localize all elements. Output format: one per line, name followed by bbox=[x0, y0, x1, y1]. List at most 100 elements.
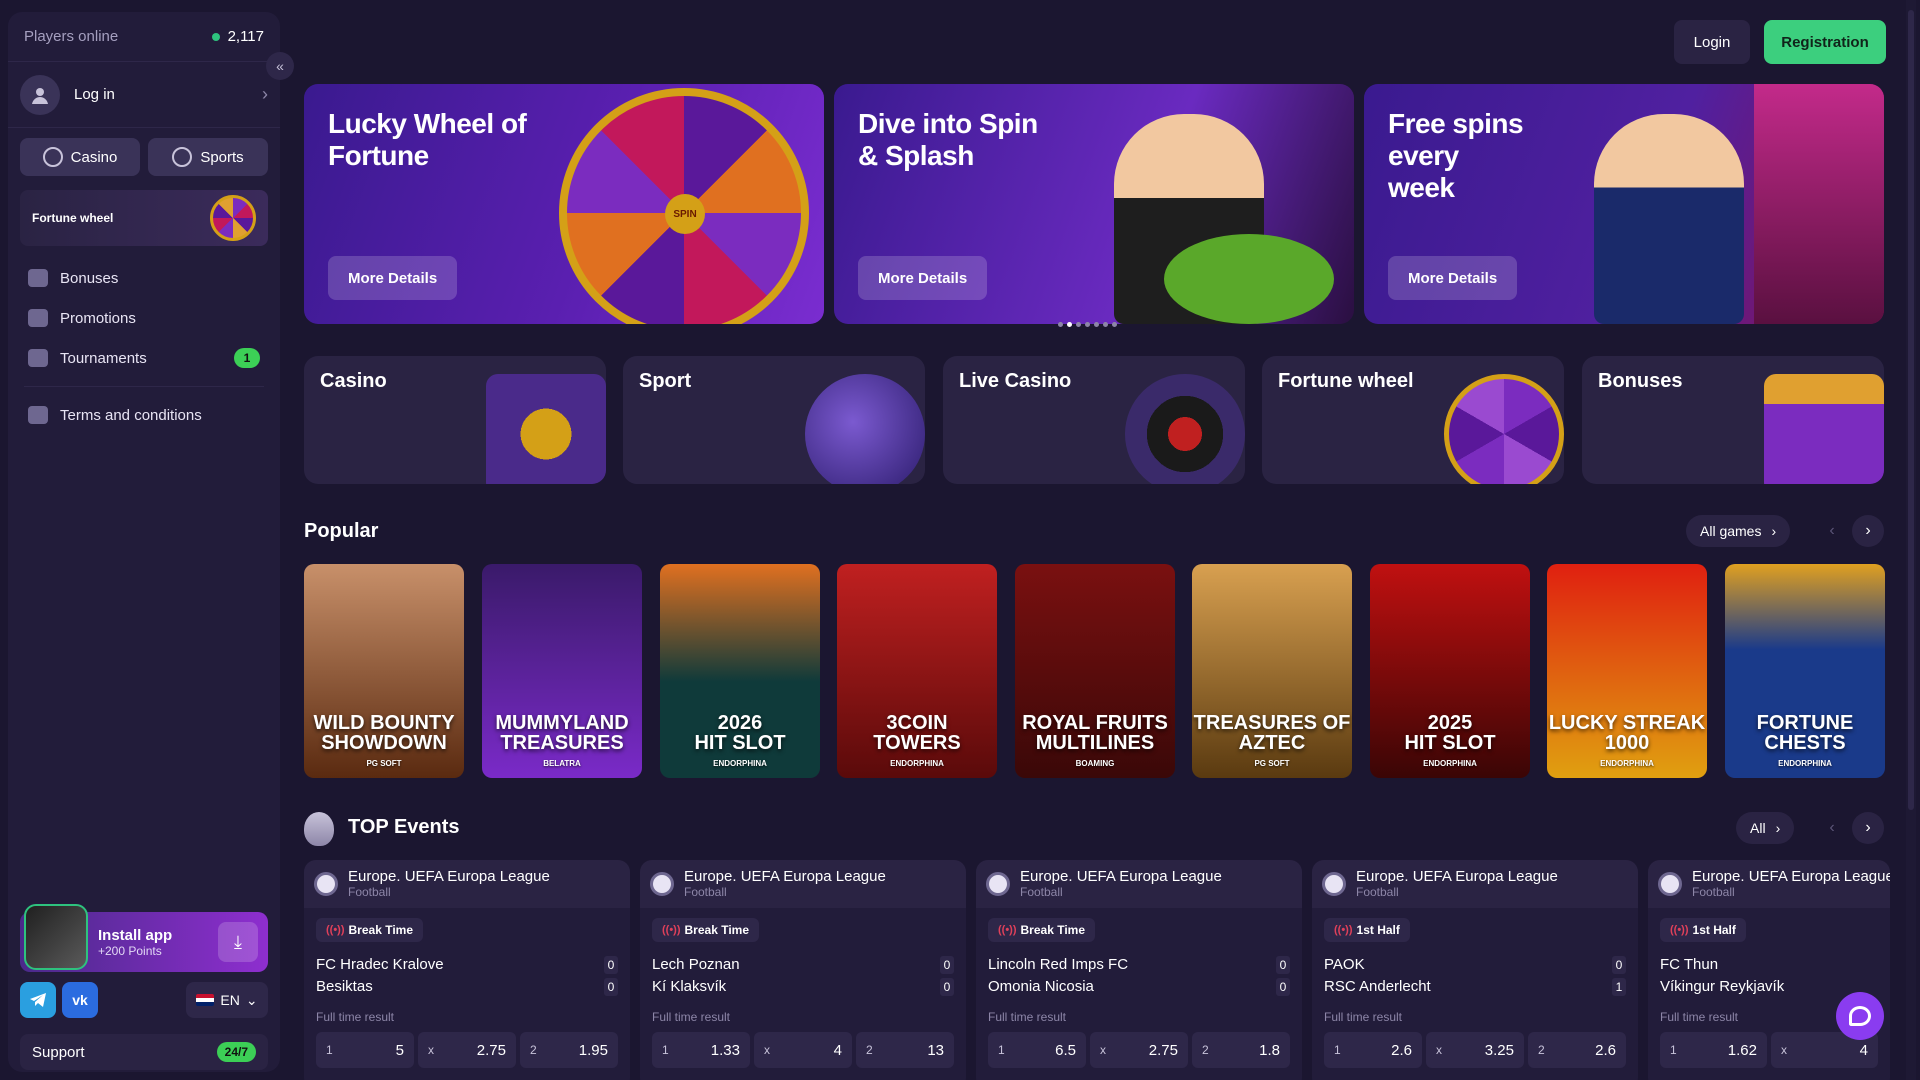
scrollbar-thumb[interactable] bbox=[1908, 10, 1914, 810]
team-score: 0 bbox=[940, 978, 954, 996]
sidebar-item-promotions[interactable]: Promotions bbox=[8, 298, 280, 338]
sidebar-item-tournaments[interactable]: Tournaments 1 bbox=[8, 338, 280, 378]
odd-button-1[interactable]: 15 bbox=[316, 1032, 414, 1068]
chip-icon bbox=[42, 147, 63, 167]
chat-icon[interactable] bbox=[1836, 992, 1884, 1040]
collapse-sidebar-icon[interactable]: « bbox=[266, 52, 294, 80]
social-links: vk bbox=[20, 982, 98, 1018]
telegram-icon[interactable] bbox=[20, 982, 56, 1018]
odd-button-x[interactable]: x 2.75 bbox=[418, 1032, 516, 1068]
toggle-casino[interactable]: Casino bbox=[20, 138, 140, 176]
vk-icon[interactable]: vk bbox=[62, 982, 98, 1018]
game-title: LUCKY STREAK 1000 bbox=[1548, 712, 1706, 754]
language-selector[interactable]: EN ⌄ bbox=[186, 982, 268, 1018]
live-icon: ((•)) bbox=[662, 924, 681, 936]
game-card[interactable]: LUCKY STREAK 1000 ENDORPHINA bbox=[1547, 564, 1707, 778]
popular-prev-arrow[interactable]: ‹ bbox=[1816, 515, 1848, 547]
more-details-button[interactable]: More Details bbox=[858, 256, 988, 300]
team-score: 0 bbox=[940, 956, 954, 974]
category-casino[interactable]: Casino bbox=[304, 356, 606, 484]
carousel-dot[interactable] bbox=[1085, 322, 1090, 327]
events-prev-arrow[interactable]: ‹ bbox=[1816, 812, 1848, 844]
category-live-casino[interactable]: Live Casino bbox=[943, 356, 1245, 484]
roulette-icon bbox=[1125, 374, 1245, 484]
event-card[interactable]: Europe. UEFA Europa League Football ((•))… bbox=[1648, 860, 1890, 1080]
odd-label: 1 bbox=[1334, 1043, 1341, 1057]
registration-button[interactable]: Registration bbox=[1764, 20, 1886, 64]
sidebar-item-terms[interactable]: Terms and conditions bbox=[8, 395, 280, 435]
odd-button-x[interactable]: x 2.75 bbox=[1090, 1032, 1188, 1068]
game-card[interactable]: 2025 HIT SLOT ENDORPHINA bbox=[1370, 564, 1530, 778]
carousel-dot[interactable] bbox=[1112, 322, 1117, 327]
game-title: WILD BOUNTY SHOWDOWN bbox=[313, 712, 455, 754]
category-fortune-wheel[interactable]: Fortune wheel bbox=[1262, 356, 1564, 484]
event-card[interactable]: Europe. UEFA Europa League Football ((•))… bbox=[304, 860, 630, 1080]
event-status-label: Break Time bbox=[1020, 923, 1085, 937]
game-card[interactable]: FORTUNE CHESTS ENDORPHINA bbox=[1725, 564, 1885, 778]
category-bonuses[interactable]: Bonuses bbox=[1582, 356, 1884, 484]
event-card[interactable]: Europe. UEFA Europa League Football ((•))… bbox=[976, 860, 1302, 1080]
sidebar-login[interactable]: Log in › bbox=[8, 62, 280, 128]
events-next-arrow[interactable]: › bbox=[1852, 812, 1884, 844]
banner-spin-splash[interactable]: Dive into Spin & Splash More Details bbox=[834, 84, 1354, 324]
page-scrollbar[interactable] bbox=[1906, 0, 1916, 1080]
game-provider: PG SOFT bbox=[366, 759, 402, 768]
carousel-dot[interactable] bbox=[1058, 322, 1063, 327]
game-title: ROYAL FRUITS MULTILINES bbox=[1022, 712, 1168, 754]
all-events-button[interactable]: All › bbox=[1736, 812, 1795, 844]
event-card[interactable]: Europe. UEFA Europa League Football ((•))… bbox=[1312, 860, 1638, 1080]
game-card[interactable]: ROYAL FRUITS MULTILINES BOAMING bbox=[1015, 564, 1175, 778]
odd-button-x[interactable]: x 3.25 bbox=[1426, 1032, 1524, 1068]
event-status: ((•)) Break Time bbox=[988, 918, 1095, 942]
install-app-title: Install app bbox=[98, 926, 173, 944]
fortune-wheel-card[interactable]: Fortune wheel bbox=[20, 190, 268, 246]
event-card[interactable]: Europe. UEFA Europa League Football ((•))… bbox=[640, 860, 966, 1080]
full-time-label: Full time result bbox=[1324, 1010, 1403, 1024]
category-label: Fortune wheel bbox=[1278, 370, 1414, 392]
odd-button-x[interactable]: x4 bbox=[754, 1032, 852, 1068]
live-icon: ((•)) bbox=[1670, 924, 1689, 936]
sidebar-item-label: Bonuses bbox=[60, 269, 119, 287]
sidebar-item-bonuses[interactable]: Bonuses bbox=[8, 258, 280, 298]
full-time-label: Full time result bbox=[988, 1010, 1067, 1024]
game-card[interactable]: 2026 HIT SLOT ENDORPHINA bbox=[660, 564, 820, 778]
odd-button-2[interactable]: 2 1.8 bbox=[1192, 1032, 1290, 1068]
odd-button-2[interactable]: 2 1.95 bbox=[520, 1032, 618, 1068]
slot-reels-icon bbox=[486, 374, 606, 484]
category-label: Live Casino bbox=[959, 370, 1072, 392]
support-button[interactable]: Support 24/7 bbox=[20, 1034, 268, 1070]
odd-button-2[interactable]: 2 13 bbox=[856, 1032, 954, 1068]
odd-button-2[interactable]: 2 2.6 bbox=[1528, 1032, 1626, 1068]
uefa-logo-icon bbox=[314, 872, 338, 896]
game-card[interactable]: 3COIN TOWERS ENDORPHINA bbox=[837, 564, 997, 778]
login-button[interactable]: Login bbox=[1674, 20, 1750, 64]
odd-button-1[interactable]: 1 2.6 bbox=[1324, 1032, 1422, 1068]
gift-icon bbox=[28, 269, 48, 287]
game-provider: ENDORPHINA bbox=[1423, 759, 1477, 768]
odd-button-1[interactable]: 1 6.5 bbox=[988, 1032, 1086, 1068]
carousel-dot[interactable] bbox=[1103, 322, 1108, 327]
install-app-banner[interactable]: Install app +200 Points ⤓ bbox=[20, 904, 268, 972]
carousel-dot[interactable] bbox=[1076, 322, 1081, 327]
banner-free-spins[interactable]: Free spins every week More Details bbox=[1364, 84, 1884, 324]
popular-next-arrow[interactable]: › bbox=[1852, 515, 1884, 547]
carousel-dot[interactable] bbox=[1067, 322, 1072, 327]
event-league: Europe. UEFA Europa League bbox=[1692, 868, 1890, 885]
language-label: EN bbox=[220, 992, 240, 1008]
more-details-button[interactable]: More Details bbox=[328, 256, 458, 300]
category-sport[interactable]: Sport bbox=[623, 356, 925, 484]
game-card[interactable]: MUMMYLAND TREASURES BELATRA bbox=[482, 564, 642, 778]
odd-button-1[interactable]: 1 1.33 bbox=[652, 1032, 750, 1068]
odd-button-1[interactable]: 1 1.62 bbox=[1660, 1032, 1767, 1068]
game-provider: BELATRA bbox=[543, 759, 581, 768]
banner-lucky-wheel[interactable]: SPIN Lucky Wheel of Fortune More Details bbox=[304, 84, 824, 324]
carousel-dot[interactable] bbox=[1094, 322, 1099, 327]
all-games-button[interactable]: All games › bbox=[1686, 515, 1791, 547]
more-details-button[interactable]: More Details bbox=[1388, 256, 1518, 300]
category-label: Sport bbox=[639, 370, 692, 392]
game-card[interactable]: WILD BOUNTY SHOWDOWN PG SOFT bbox=[304, 564, 464, 778]
download-icon[interactable]: ⤓ bbox=[218, 922, 258, 962]
game-card[interactable]: TREASURES OF AZTEC PG SOFT bbox=[1192, 564, 1352, 778]
odd-label: x bbox=[1436, 1043, 1442, 1057]
toggle-sports[interactable]: Sports bbox=[148, 138, 268, 176]
